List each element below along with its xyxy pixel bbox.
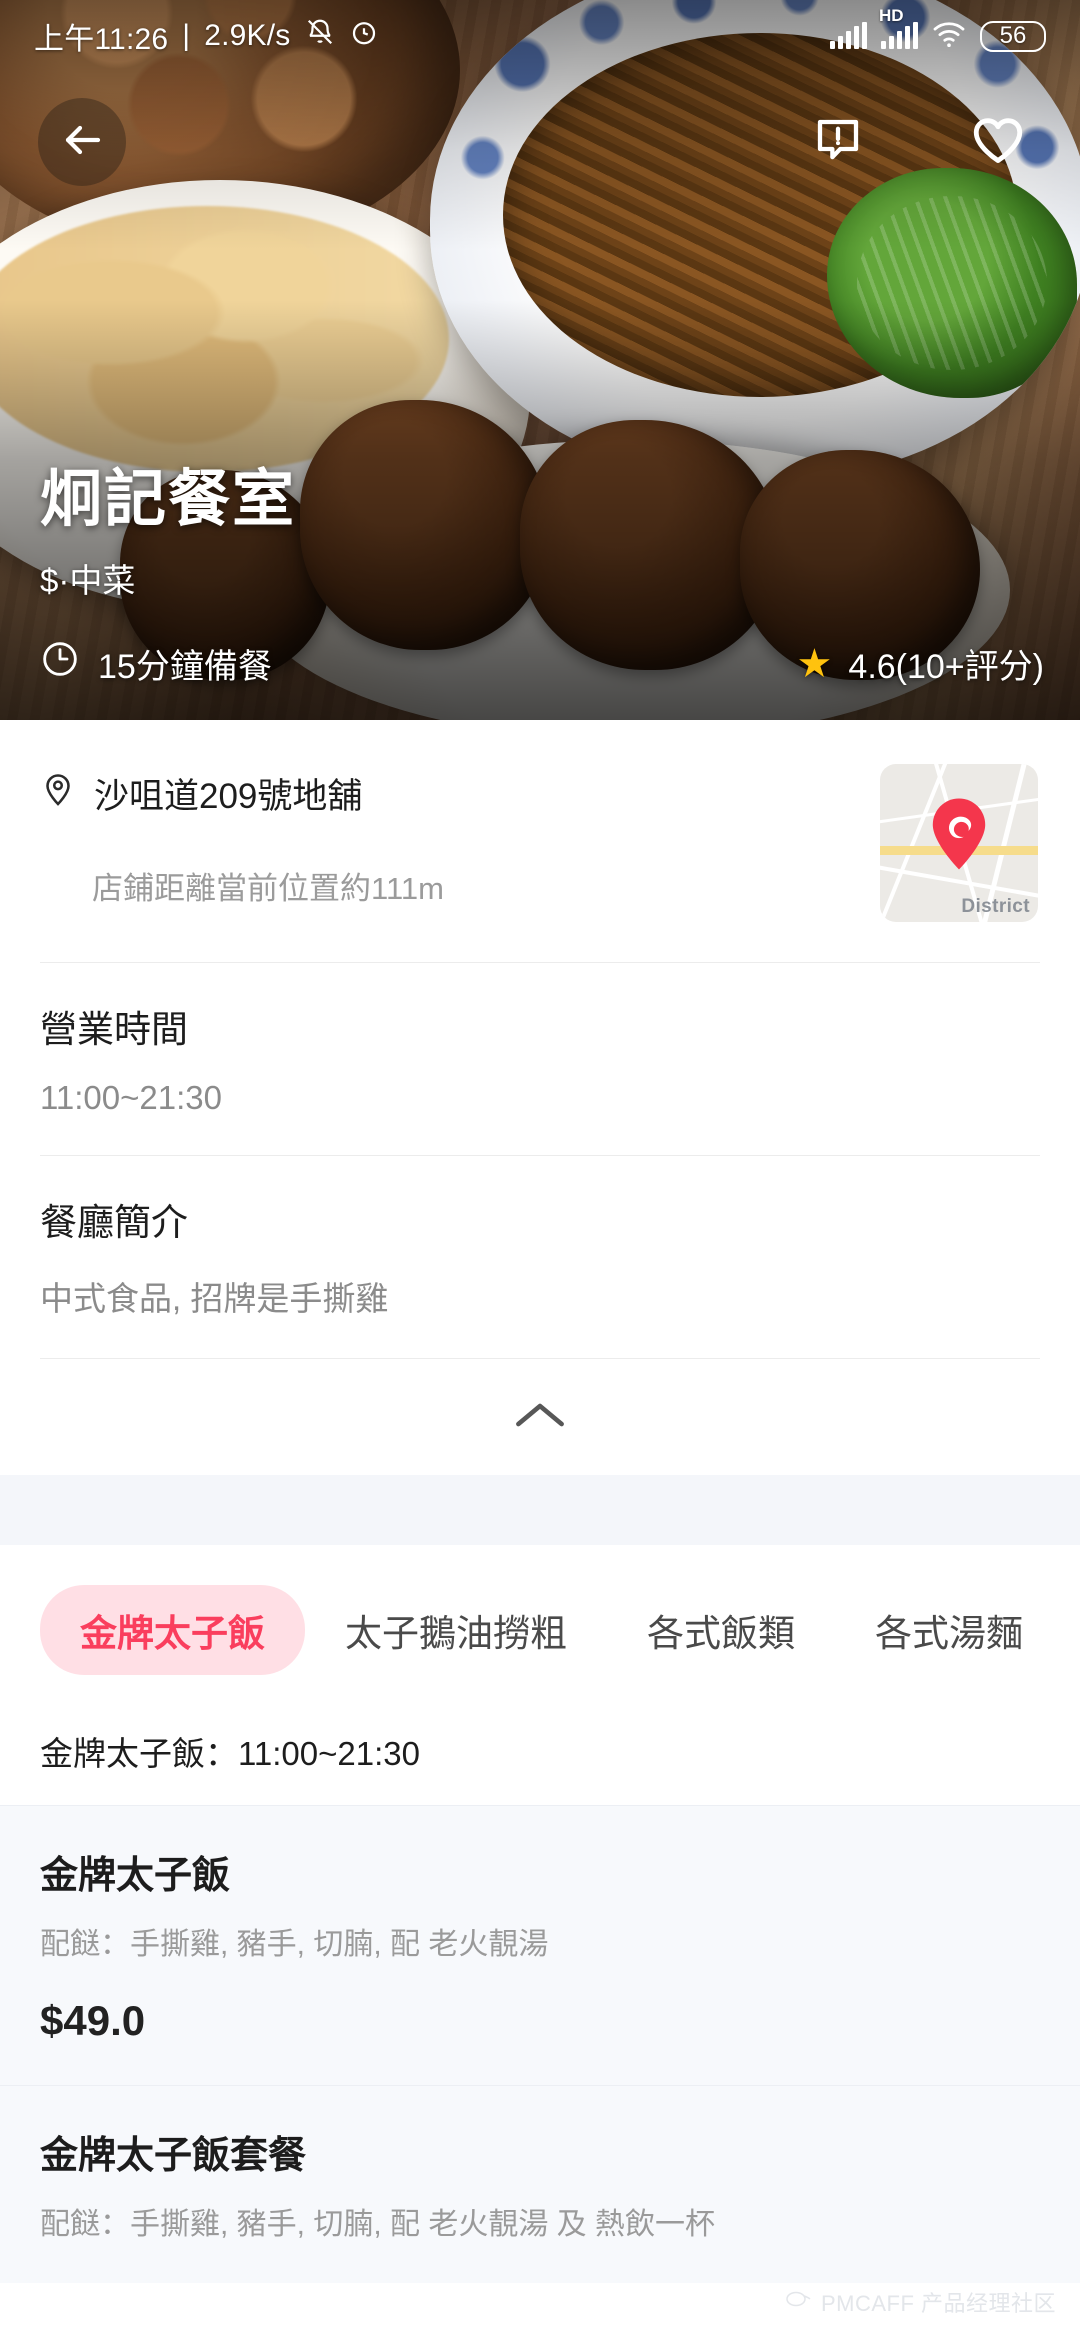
section-gap — [0, 1475, 1080, 1545]
tab-category-3[interactable]: 各式湯麵 — [835, 1603, 1063, 1657]
tab-category-1[interactable]: 太子鵝油撈粗 — [305, 1603, 607, 1657]
hero-right-actions — [794, 98, 1042, 186]
report-complaint-icon — [811, 113, 865, 172]
back-arrow-icon — [58, 116, 106, 169]
status-bar: 上午11:26 | 2.9K/s HD 56 — [0, 0, 1080, 72]
menu-category-tabs[interactable]: 金牌太子飯 太子鵝油撈粗 各式飯類 各式湯麵 — [0, 1545, 1080, 1705]
watermark-text: PMCAFF 产品经理社区 — [820, 2291, 1056, 2316]
map-thumbnail[interactable]: District — [880, 764, 1038, 922]
restaurant-heading: 炯記餐室 $·中菜 — [40, 467, 296, 602]
address-text-group: 沙咀道209號地舖 店鋪距離當前位置約111m — [40, 764, 880, 908]
menu-item-description: 配餸：手撕雞, 豬手, 切腩, 配 老火靚湯 及 熱飲一杯 — [40, 2208, 716, 2241]
business-hours-block: 營業時間 11:00~21:30 — [40, 963, 1040, 1155]
prep-time-group: 15分鐘備餐 — [40, 639, 272, 688]
business-hours-title: 營業時間 — [40, 1009, 188, 1050]
restaurant-intro-block: 餐廳簡介 中式食品, 招牌是手撕雞 — [40, 1156, 1040, 1358]
menu-item-row[interactable]: 金牌太子飯 配餸：手撕雞, 豬手, 切腩, 配 老火靚湯 $49.0 — [0, 1805, 1080, 2085]
tab-category-0[interactable]: 金牌太子飯 — [40, 1585, 305, 1675]
hero-action-bar — [0, 98, 1080, 186]
menu-item-row[interactable]: 金牌太子飯套餐 配餸：手撕雞, 豬手, 切腩, 配 老火靚湯 及 熱飲一杯 — [0, 2085, 1080, 2283]
status-bar-right: HD 56 — [830, 6, 1046, 53]
restaurant-intro-section: 餐廳簡介 中式食品, 招牌是手撕雞 — [0, 1156, 1080, 1358]
restaurant-intro-value: 中式食品, 招牌是手撕雞 — [40, 1280, 389, 1317]
status-bar-left: 上午11:26 | 2.9K/s — [34, 14, 379, 58]
map-district-label: District — [961, 896, 1030, 917]
business-hours-value: 11:00~21:30 — [40, 1079, 222, 1116]
restaurant-hero-banner: 上午11:26 | 2.9K/s HD 56 炯記餐室 $·中菜 15分鐘備餐 … — [0, 0, 1080, 720]
battery-indicator: 56 — [980, 20, 1046, 52]
page-title: 炯記餐室 — [40, 464, 297, 534]
back-button[interactable] — [38, 98, 126, 186]
location-pin-icon — [40, 771, 76, 816]
prep-time-label: 15分鐘備餐 — [98, 648, 272, 686]
distance-label: 店鋪距離當前位置約111m — [92, 871, 444, 906]
menu-item-price: $49.0 — [40, 1997, 146, 2044]
signal-bars-icon — [830, 22, 867, 49]
rating-group[interactable]: ★ 4.6(10+評分) — [797, 639, 1044, 688]
address-row[interactable]: 沙咀道209號地舖 店鋪距離當前位置約111m District — [40, 720, 1040, 962]
status-time: 上午11:26 — [34, 23, 169, 56]
menu-item-description: 配餸：手撕雞, 豬手, 切腩, 配 老火靚湯 — [40, 1928, 549, 1961]
business-hours-section: 營業時間 11:00~21:30 — [0, 963, 1080, 1155]
address-label: 沙咀道209號地舖 — [94, 777, 363, 816]
clock-icon — [40, 639, 80, 688]
status-separator: | — [182, 19, 191, 52]
watermark: PMCAFF 产品经理社区 — [785, 2286, 1056, 2318]
alarm-clock-icon — [349, 17, 379, 55]
restaurant-intro-title: 餐廳簡介 — [40, 1202, 188, 1243]
network-speed: 2.9K/s — [204, 19, 291, 52]
restaurant-category: $·中菜 — [40, 562, 136, 599]
chevron-up-icon — [513, 1398, 567, 1437]
collapse-toggle-button[interactable] — [0, 1359, 1080, 1475]
mute-bell-icon — [305, 17, 335, 55]
map-marker-logo-icon — [928, 797, 990, 871]
address-line: 沙咀道209號地舖 — [40, 768, 880, 819]
hd-signal-group: HD — [879, 6, 918, 49]
wifi-icon — [932, 20, 966, 53]
tab-category-2[interactable]: 各式飯類 — [607, 1603, 835, 1657]
signal-bars-icon — [881, 22, 918, 49]
favorite-button[interactable] — [954, 98, 1042, 186]
rating-label: 4.6(10+評分) — [848, 648, 1044, 686]
report-button[interactable] — [794, 98, 882, 186]
heart-outline-icon — [969, 111, 1027, 174]
category-hours-label: 金牌太子飯：11:00~21:30 — [0, 1705, 1080, 1805]
star-icon: ★ — [796, 641, 833, 686]
menu-item-name: 金牌太子飯 — [40, 1855, 231, 1897]
pmcaff-logo-icon — [785, 2289, 811, 2315]
restaurant-meta-row: 15分鐘備餐 ★ 4.6(10+評分) — [40, 639, 1044, 688]
menu-item-name: 金牌太子飯套餐 — [40, 2135, 307, 2177]
address-section[interactable]: 沙咀道209號地舖 店鋪距離當前位置約111m District — [0, 720, 1080, 962]
